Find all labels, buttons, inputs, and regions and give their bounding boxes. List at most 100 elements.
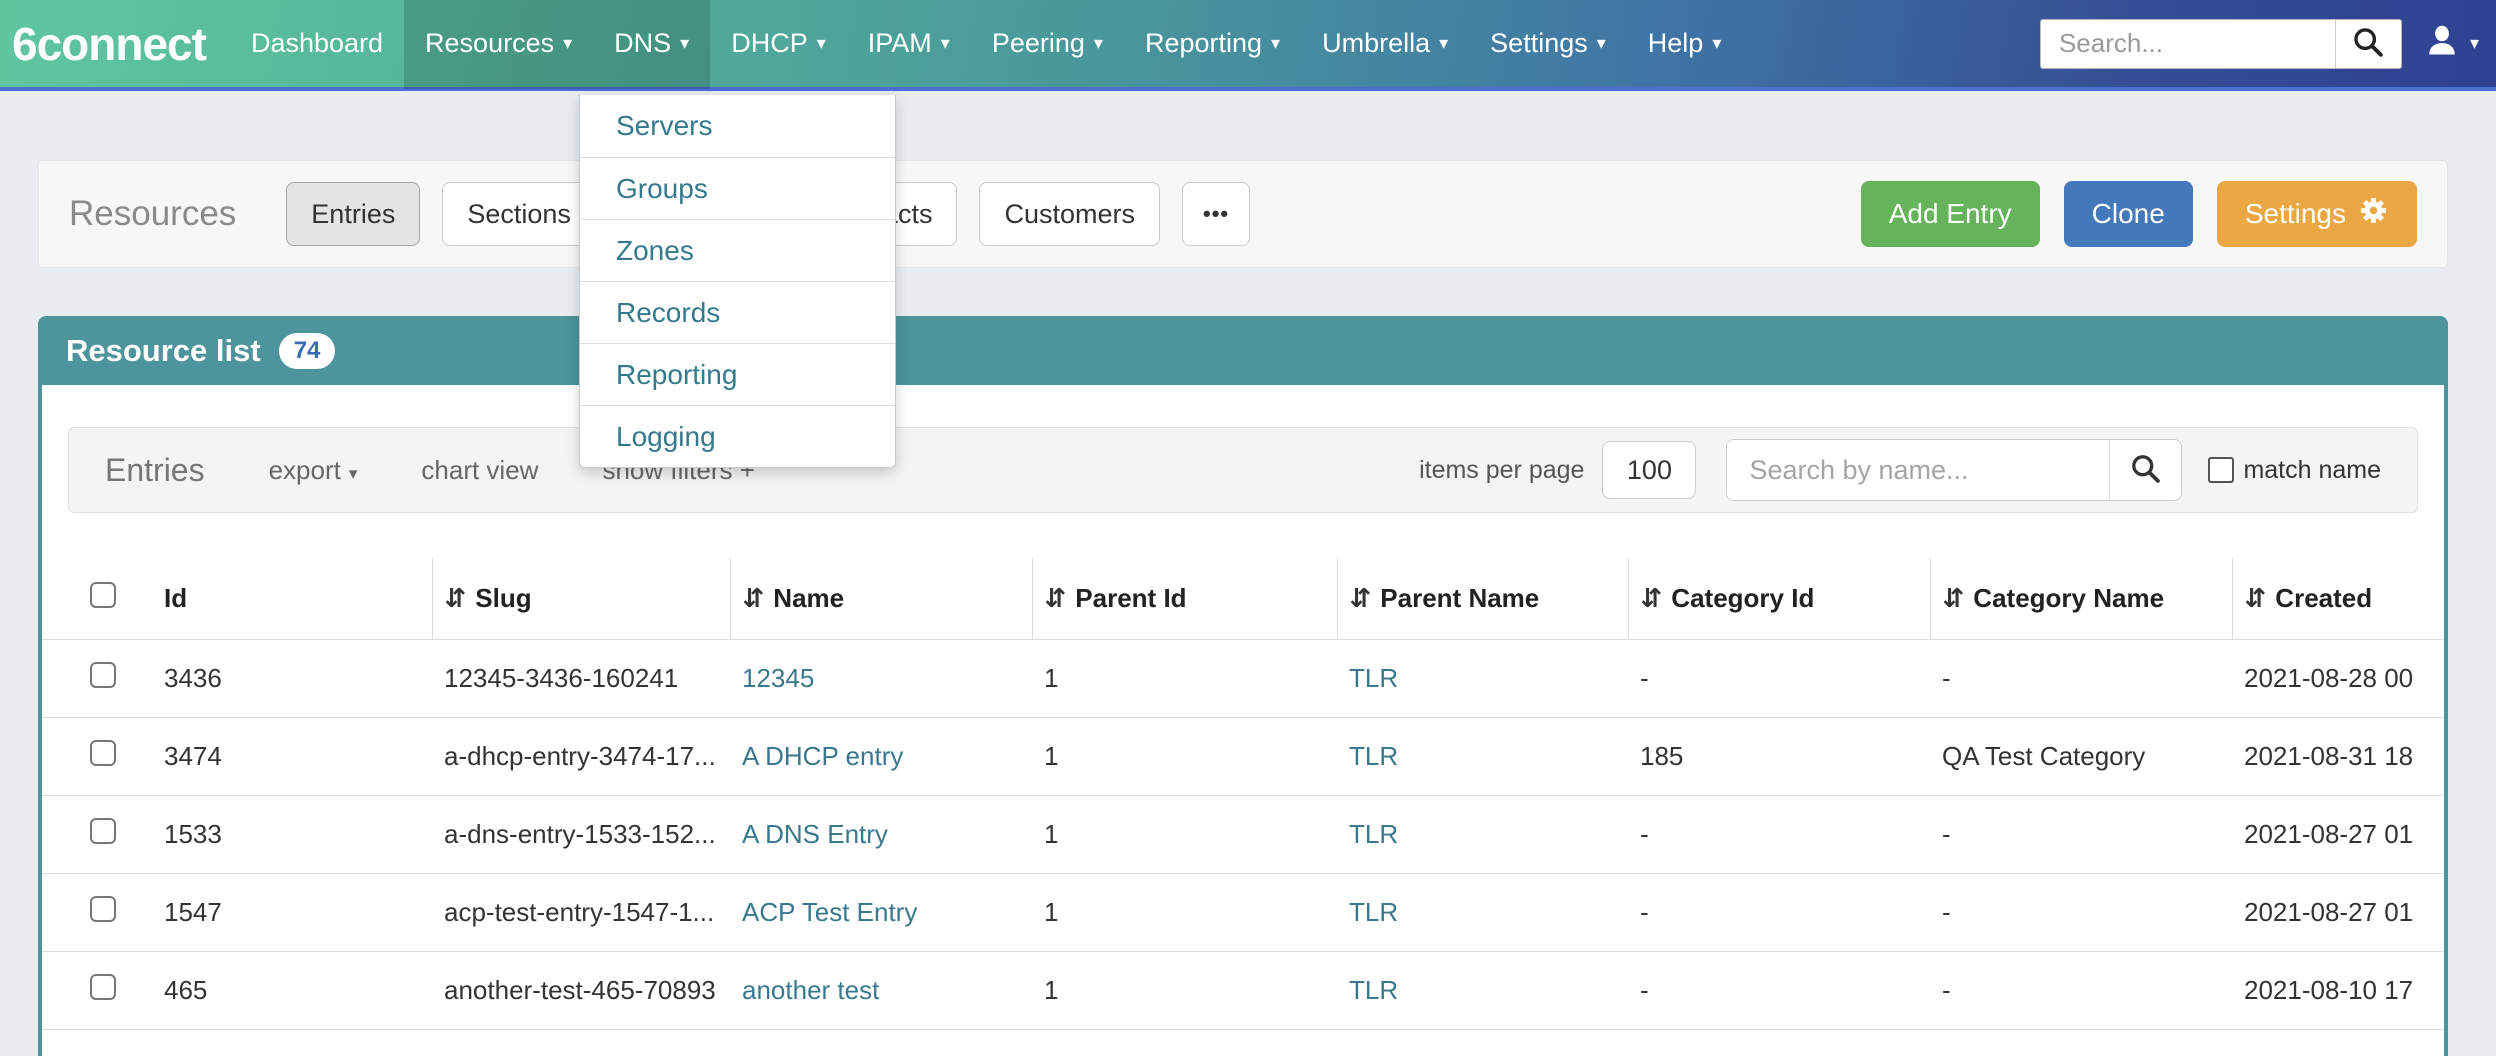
- row-checkbox[interactable]: [90, 896, 116, 922]
- cell-id: 1533: [152, 796, 432, 874]
- cell-category_id: 185: [1628, 718, 1930, 796]
- settings-label: Settings: [2245, 198, 2346, 230]
- cell-name: A DNS Entry: [730, 796, 1032, 874]
- parent_name-link[interactable]: TLR: [1349, 741, 1398, 771]
- column-header-name[interactable]: ⇵Name: [730, 558, 1032, 640]
- name-link[interactable]: ACP Test Entry: [742, 897, 917, 927]
- nav-item-umbrella[interactable]: Umbrella ▾: [1301, 0, 1469, 89]
- column-header-category_name[interactable]: ⇵Category Name: [1930, 558, 2232, 640]
- match-name-label: match name: [2243, 456, 2381, 485]
- nav-item-settings[interactable]: Settings ▾: [1469, 0, 1627, 89]
- nav-item-label: Help: [1648, 28, 1704, 59]
- nav-item-label: Reporting: [1145, 28, 1262, 59]
- nav-item-label: IPAM: [868, 28, 932, 59]
- cell-parent_id: 1: [1032, 640, 1337, 718]
- name-link[interactable]: 12345: [742, 663, 814, 693]
- user-menu[interactable]: ▾: [2424, 22, 2479, 65]
- menu-item-records[interactable]: Records: [580, 281, 895, 343]
- parent_name-link[interactable]: TLR: [1349, 819, 1398, 849]
- nav-item-ipam[interactable]: IPAM ▾: [847, 0, 971, 89]
- menu-item-servers[interactable]: Servers: [580, 95, 895, 157]
- nav-item-dashboard[interactable]: Dashboard: [230, 0, 404, 89]
- row-checkbox[interactable]: [90, 662, 116, 688]
- global-search: [2040, 19, 2402, 69]
- nav-item-dhcp[interactable]: DHCP ▾: [710, 0, 847, 89]
- resource-list-header: Resource list 74: [38, 316, 2448, 385]
- export-menu[interactable]: export▾: [269, 455, 358, 486]
- row-checkbox[interactable]: [90, 818, 116, 844]
- chevron-down-icon: ▾: [1094, 33, 1103, 54]
- column-header-parent_name[interactable]: ⇵Parent Name: [1337, 558, 1628, 640]
- user-icon: [2424, 22, 2460, 65]
- name-link[interactable]: A DNS Entry: [742, 819, 888, 849]
- name-search-input[interactable]: [1727, 440, 2109, 500]
- nav-item-dns[interactable]: DNS ▾: [593, 0, 710, 89]
- column-header-category_id[interactable]: ⇵Category Id: [1628, 558, 1930, 640]
- navbar-right: ▾: [2040, 19, 2479, 69]
- column-header-created[interactable]: ⇵Created: [2232, 558, 2448, 640]
- select-all-checkbox[interactable]: [90, 582, 116, 608]
- logo[interactable]: 6connect: [12, 17, 206, 71]
- sort-icon: ⇵: [445, 584, 467, 614]
- tab-more[interactable]: •••: [1182, 182, 1250, 246]
- cell-parent_name: TLR: [1337, 718, 1628, 796]
- settings-button[interactable]: Settings: [2217, 181, 2417, 247]
- menu-item-groups[interactable]: Groups: [580, 157, 895, 219]
- match-name-checkbox[interactable]: [2208, 457, 2234, 483]
- column-label: Category Name: [1973, 583, 2164, 613]
- table-header-row: Id⇵Slug⇵Name⇵Parent Id⇵Parent Name⇵Categ…: [42, 558, 2448, 640]
- cell-parent_id: 1: [1032, 718, 1337, 796]
- row-checkbox[interactable]: [90, 740, 116, 766]
- nav-item-label: Dashboard: [251, 28, 383, 59]
- row-checkbox[interactable]: [90, 974, 116, 1000]
- menu-item-logging[interactable]: Logging: [580, 405, 895, 467]
- nav-item-reporting[interactable]: Reporting ▾: [1124, 0, 1301, 89]
- clone-button[interactable]: Clone: [2064, 181, 2193, 247]
- global-search-input[interactable]: [2041, 20, 2335, 68]
- name-search-button[interactable]: [2109, 440, 2181, 500]
- parent_name-link[interactable]: TLR: [1349, 975, 1398, 1005]
- table-body: 343612345-3436-160241123451TLR--2021-08-…: [42, 640, 2448, 1056]
- sort-icon: ⇵: [2245, 584, 2267, 614]
- nav-item-label: DHCP: [731, 28, 808, 59]
- tab-customers[interactable]: Customers: [979, 182, 1160, 246]
- cell-parent_name: TLR: [1337, 640, 1628, 718]
- parent_name-link[interactable]: TLR: [1349, 663, 1398, 693]
- dns-dropdown-menu: ServersGroupsZonesRecordsReportingLoggin…: [579, 95, 896, 468]
- chevron-down-icon: ▾: [1597, 33, 1606, 54]
- nav-item-resources[interactable]: Resources ▾: [404, 0, 593, 89]
- menu-item-zones[interactable]: Zones: [580, 219, 895, 281]
- chevron-down-icon: ▾: [563, 33, 572, 54]
- cell-category_name: -: [1930, 640, 2232, 718]
- nav-item-label: Umbrella: [1322, 28, 1430, 59]
- column-header-slug[interactable]: ⇵Slug: [432, 558, 730, 640]
- name-link[interactable]: another test: [742, 975, 879, 1005]
- add-entry-button[interactable]: Add Entry: [1861, 181, 2040, 247]
- chart-view-link[interactable]: chart view: [421, 455, 538, 486]
- cell-parent_name: TLR: [1337, 952, 1628, 1030]
- cell-parent_name: TLR: [1337, 874, 1628, 952]
- menu-item-reporting[interactable]: Reporting: [580, 343, 895, 405]
- cell-parent_id: 1: [1032, 874, 1337, 952]
- nav-item-peering[interactable]: Peering ▾: [971, 0, 1124, 89]
- resource-count-badge: 74: [279, 333, 336, 369]
- cell-parent_id: 1: [1032, 796, 1337, 874]
- column-label: Name: [773, 583, 844, 613]
- tab-sections[interactable]: Sections: [442, 182, 596, 246]
- cell-created: 2021-08-28 00: [2232, 640, 2448, 718]
- nav-item-help[interactable]: Help ▾: [1627, 0, 1743, 89]
- search-icon: [2129, 452, 2162, 488]
- column-header-parent_id[interactable]: ⇵Parent Id: [1032, 558, 1337, 640]
- parent_name-link[interactable]: TLR: [1349, 897, 1398, 927]
- cell-created: 2021-08-27 01: [2232, 796, 2448, 874]
- cell-category_name: -: [1930, 796, 2232, 874]
- cell-category_id: -: [1628, 952, 1930, 1030]
- cell-category_id: -: [1628, 640, 1930, 718]
- items-per-page-input[interactable]: [1602, 441, 1696, 499]
- tab-entries[interactable]: Entries: [286, 182, 420, 246]
- chevron-down-icon: ▾: [941, 33, 950, 54]
- name-link[interactable]: A DHCP entry: [742, 741, 903, 771]
- resource-list-title: Resource list: [66, 333, 261, 369]
- global-search-button[interactable]: [2335, 20, 2401, 68]
- table-row: 343612345-3436-160241123451TLR--2021-08-…: [42, 640, 2448, 718]
